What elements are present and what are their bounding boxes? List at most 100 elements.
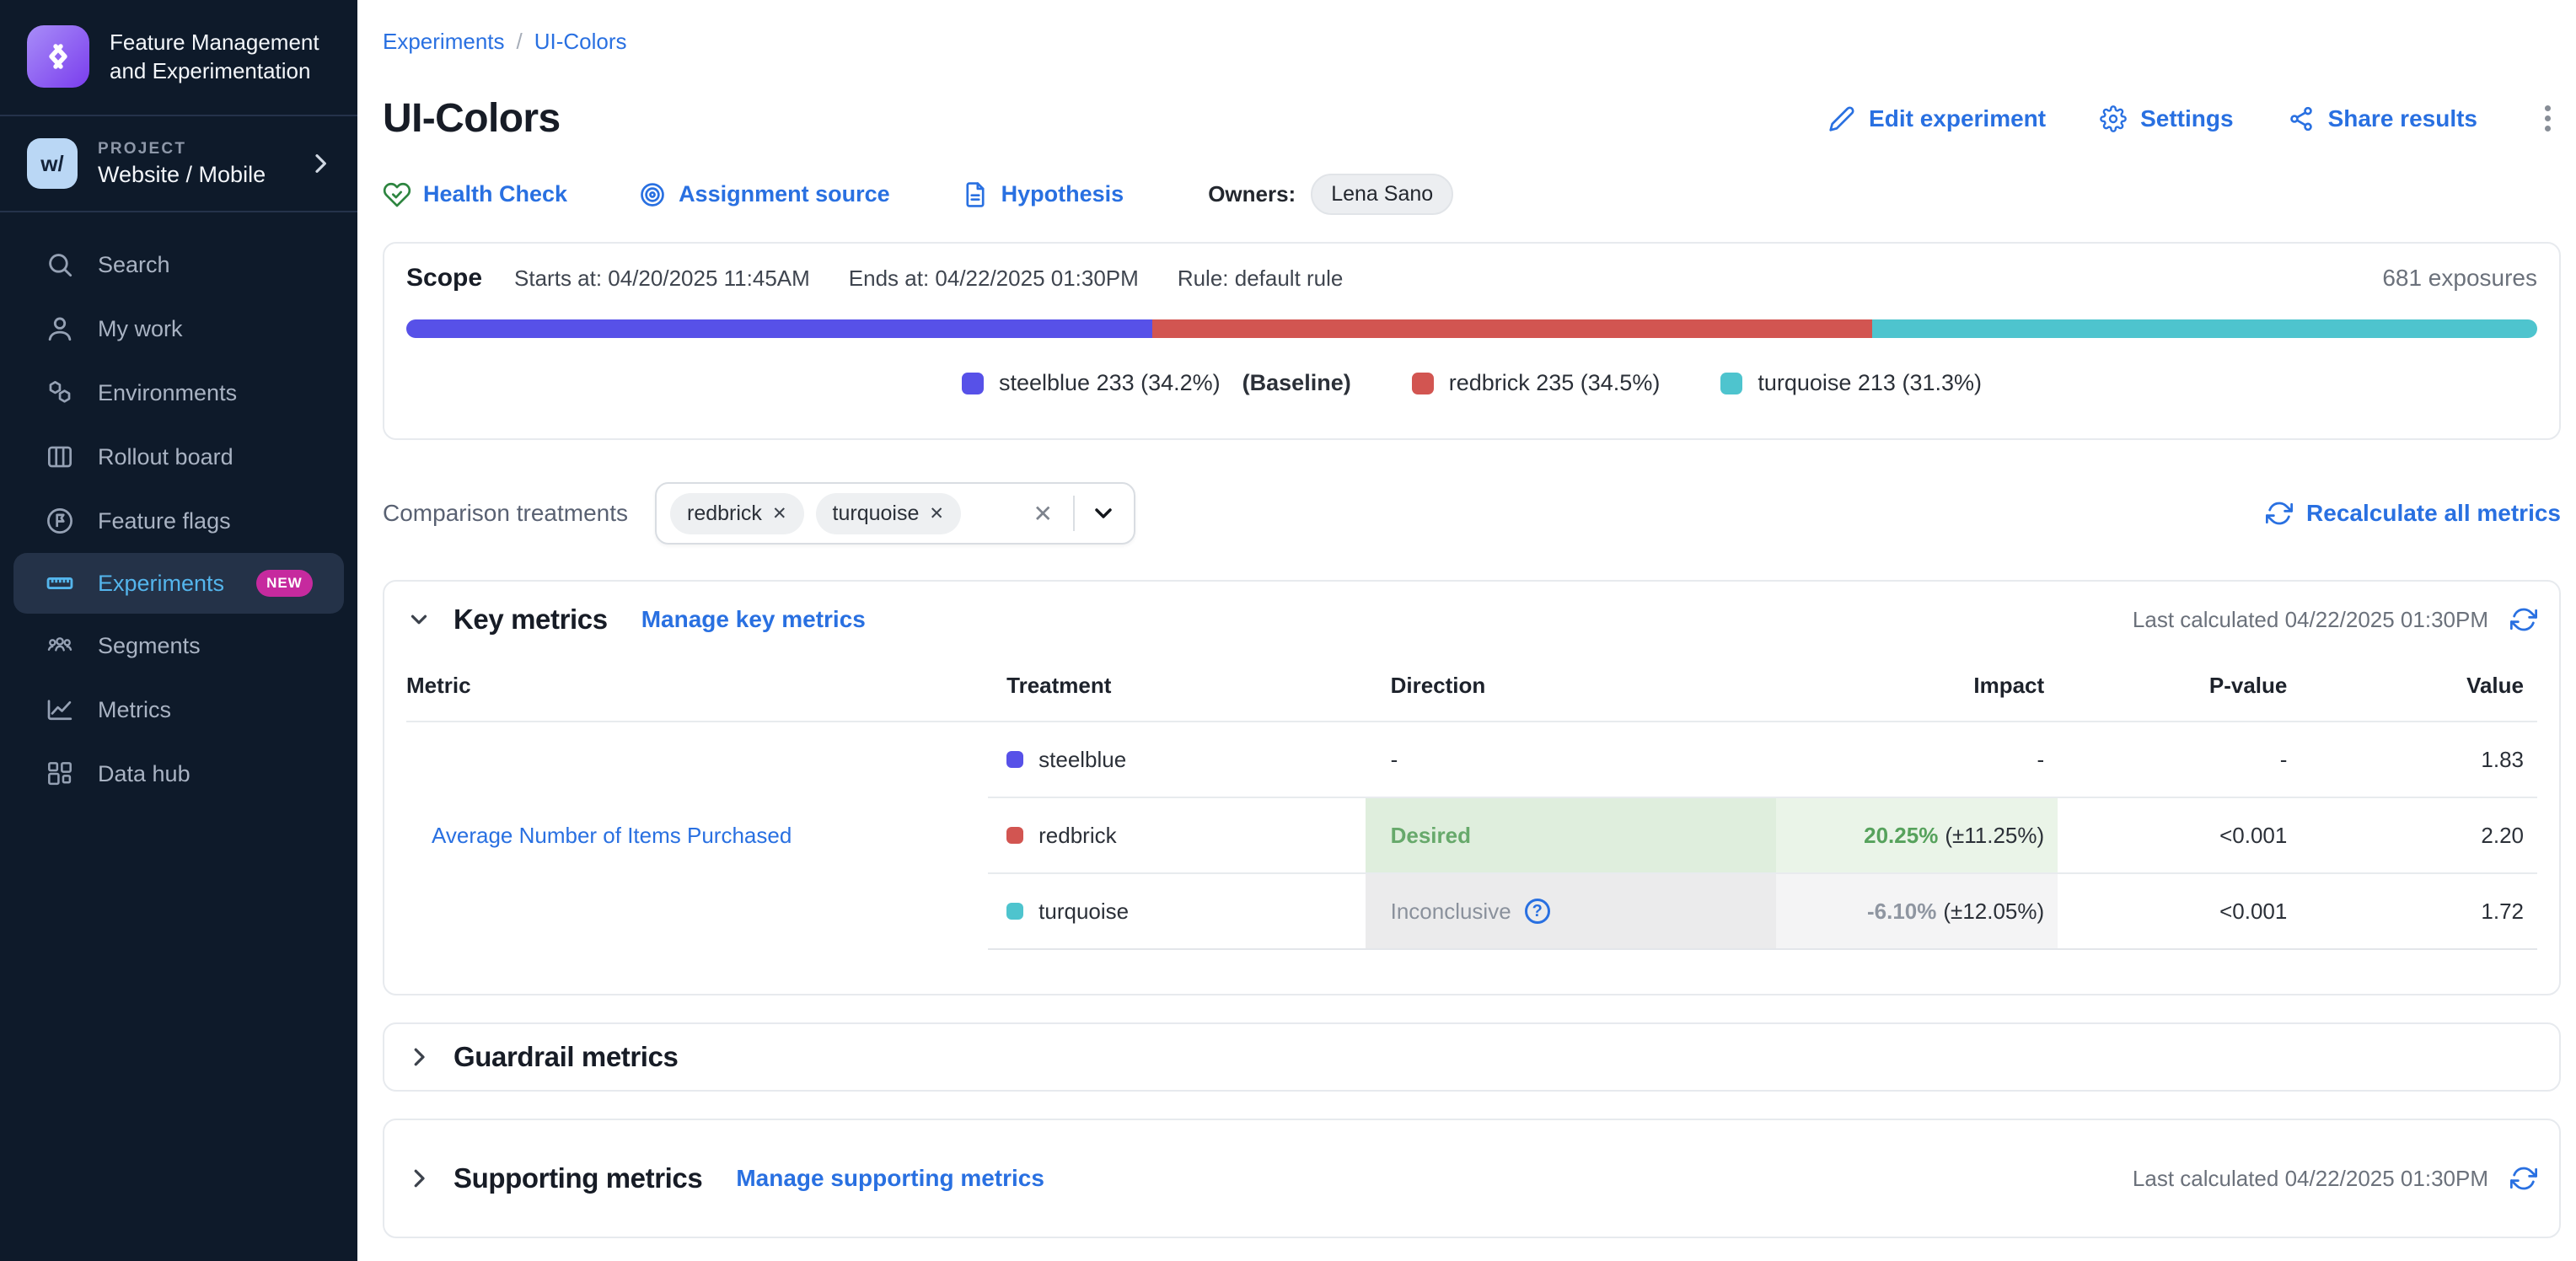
sidebar-item-label: Experiments	[98, 571, 224, 597]
ruler-icon	[44, 567, 76, 599]
pvalue-cell: <0.001	[2058, 873, 2300, 949]
sidebar-item-search[interactable]: Search	[0, 233, 357, 297]
table-row-steelblue: Average Number of Items Purchased steelb…	[406, 722, 2537, 797]
metric-link[interactable]: Average Number of Items Purchased	[432, 823, 792, 848]
flag-circle-icon	[44, 505, 76, 537]
more-actions-button[interactable]	[2535, 99, 2561, 138]
turquoise-swatch	[1006, 903, 1023, 920]
chip-redbrick[interactable]: redbrick ✕	[670, 493, 804, 534]
chevron-down-icon[interactable]	[1090, 500, 1117, 527]
refresh-icon[interactable]	[2510, 1165, 2537, 1192]
sidebar-item-label: Segments	[98, 633, 201, 659]
expand-section-icon[interactable]	[406, 1044, 432, 1070]
sidebar-item-feature-flags[interactable]: Feature flags	[0, 489, 357, 553]
direction-cell: Desired	[1366, 797, 1777, 873]
project-badge: w/	[27, 138, 78, 189]
remove-chip-icon[interactable]: ✕	[772, 503, 787, 524]
bar-segment-turquoise	[1872, 319, 2537, 338]
health-check-link[interactable]: Health Check	[383, 180, 567, 209]
share-icon	[2288, 105, 2315, 132]
target-icon	[638, 180, 667, 209]
brand: Feature Management and Experimentation	[0, 0, 357, 115]
sidebar-item-data-hub[interactable]: Data hub	[0, 742, 357, 806]
metric-name-cell: Average Number of Items Purchased	[406, 722, 988, 949]
breadcrumb: Experiments / UI-Colors	[383, 29, 2561, 55]
baseline-label: (Baseline)	[1242, 370, 1351, 396]
direction-desired-label: Desired	[1391, 823, 1471, 848]
breadcrumb-separator: /	[517, 29, 523, 54]
legend-item-turquoise: turquoise 213 (31.3%)	[1720, 370, 1982, 396]
bar-segment-redbrick	[1152, 319, 1872, 338]
document-icon	[961, 180, 990, 209]
owners-label: Owners:	[1208, 181, 1296, 207]
key-metrics-table: Metric Treatment Direction Impact P-valu…	[406, 649, 2537, 950]
sidebar-item-label: Feature flags	[98, 508, 231, 534]
hypothesis-link[interactable]: Hypothesis	[961, 180, 1124, 209]
owner-chip[interactable]: Lena Sano	[1311, 174, 1453, 215]
legend-item-steelblue: steelblue 233 (34.2%) (Baseline)	[962, 370, 1351, 396]
project-name: Website / Mobile	[98, 162, 266, 188]
chip-turquoise[interactable]: turquoise ✕	[816, 493, 961, 534]
treatment-cell: turquoise	[988, 873, 1365, 949]
steelblue-swatch	[1006, 751, 1023, 768]
sidebar-item-metrics[interactable]: Metrics	[0, 678, 357, 742]
comparison-label: Comparison treatments	[383, 500, 628, 527]
sidebar-item-experiments[interactable]: Experiments NEW	[13, 553, 344, 614]
breadcrumb-experiments-link[interactable]: Experiments	[383, 29, 505, 54]
share-results-button[interactable]: Share results	[2288, 105, 2477, 132]
redbrick-swatch	[1006, 827, 1023, 844]
breadcrumb-current-link[interactable]: UI-Colors	[534, 29, 627, 54]
section-title: Guardrail metrics	[453, 1041, 678, 1073]
new-badge: NEW	[256, 570, 313, 597]
redbrick-swatch	[1412, 373, 1434, 394]
turquoise-swatch	[1720, 373, 1742, 394]
manage-supporting-metrics-link[interactable]: Manage supporting metrics	[736, 1165, 1044, 1192]
remove-chip-icon[interactable]: ✕	[929, 503, 944, 524]
split-logo-icon	[27, 25, 89, 88]
sidebar-item-environments[interactable]: Environments	[0, 361, 357, 425]
refresh-icon[interactable]	[2510, 606, 2537, 633]
settings-button[interactable]: Settings	[2100, 105, 2233, 132]
scope-title: Scope	[406, 264, 482, 292]
project-switcher[interactable]: w/ PROJECT Website / Mobile	[0, 116, 357, 211]
select-divider	[1073, 496, 1075, 531]
supporting-metrics-card[interactable]: Supporting metrics Manage supporting met…	[383, 1119, 2561, 1238]
edit-experiment-button[interactable]: Edit experiment	[1828, 105, 2046, 132]
sidebar-item-rollout-board[interactable]: Rollout board	[0, 425, 357, 489]
scope-starts-at: Starts at: 04/20/2025 11:45AM	[514, 266, 810, 292]
section-title: Key metrics	[453, 604, 608, 636]
comparison-treatments-select[interactable]: redbrick ✕ turquoise ✕ ✕	[655, 482, 1135, 545]
brand-name: Feature Management and Experimentation	[110, 28, 334, 86]
key-metrics-card: Key metrics Manage key metrics Last calc…	[383, 580, 2561, 995]
manage-key-metrics-link[interactable]: Manage key metrics	[641, 606, 866, 633]
sidebar-item-label: Metrics	[98, 697, 171, 723]
scope-card: Scope Starts at: 04/20/2025 11:45AM Ends…	[383, 242, 2561, 440]
search-icon	[44, 249, 76, 281]
pvalue-cell: <0.001	[2058, 797, 2300, 873]
value-cell: 1.83	[2300, 722, 2537, 797]
page-title: UI-Colors	[383, 95, 561, 142]
sidebar-item-my-work[interactable]: My work	[0, 297, 357, 361]
col-treatment: Treatment	[988, 649, 1365, 722]
comparison-row: Comparison treatments redbrick ✕ turquoi…	[383, 482, 2561, 545]
recalculate-all-metrics-button[interactable]: Recalculate all metrics	[2266, 500, 2561, 527]
board-columns-icon	[44, 441, 76, 473]
clear-select-icon[interactable]: ✕	[1030, 500, 1056, 528]
people-icon	[44, 630, 76, 662]
table-header-row: Metric Treatment Direction Impact P-valu…	[406, 649, 2537, 722]
scope-rule: Rule: default rule	[1178, 266, 1344, 292]
col-metric: Metric	[406, 649, 988, 722]
sidebar-item-segments[interactable]: Segments	[0, 614, 357, 678]
hexagons-icon	[44, 377, 76, 409]
key-metrics-header: Key metrics Manage key metrics Last calc…	[406, 604, 2537, 636]
expand-section-icon[interactable]	[406, 1166, 432, 1191]
guardrail-metrics-card[interactable]: Guardrail metrics	[383, 1022, 2561, 1092]
legend-item-redbrick: redbrick 235 (34.5%)	[1412, 370, 1661, 396]
exposures-count: 681 exposures	[2382, 265, 2537, 292]
assignment-source-link[interactable]: Assignment source	[638, 180, 890, 209]
collapse-section-icon[interactable]	[406, 607, 432, 632]
refresh-icon	[2266, 500, 2293, 527]
line-chart-icon	[44, 694, 76, 726]
help-icon[interactable]: ?	[1525, 899, 1550, 924]
chevron-right-icon	[307, 150, 334, 177]
